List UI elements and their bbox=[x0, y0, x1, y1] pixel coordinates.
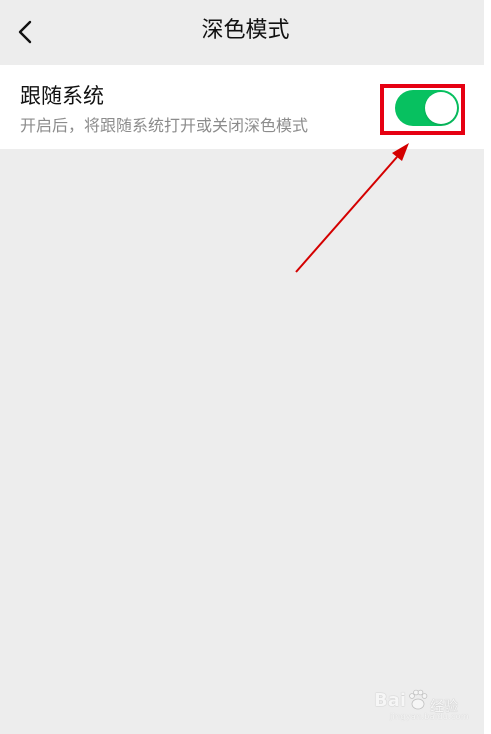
follow-system-title: 跟随系统 bbox=[20, 84, 104, 108]
watermark-url: jingyan.baidu.com bbox=[390, 712, 469, 721]
annotation-arrow-line bbox=[295, 156, 398, 273]
page-title: 深色模式 bbox=[201, 18, 290, 43]
follow-system-toggle[interactable] bbox=[395, 90, 459, 126]
follow-system-description: 开启后，将跟随系统打开或关闭深色模式 bbox=[20, 116, 309, 135]
right-edge-strip bbox=[484, 0, 491, 734]
navigation-bar: 深色模式 bbox=[0, 0, 491, 64]
baidu-jingyan-watermark: Bai 经验 jingyan.baidu.com bbox=[374, 688, 474, 721]
watermark-brand-right: 经验 bbox=[430, 699, 458, 715]
paw-icon bbox=[409, 689, 428, 710]
watermark-brand-left: Bai bbox=[374, 690, 407, 711]
toggle-knob bbox=[425, 92, 457, 124]
